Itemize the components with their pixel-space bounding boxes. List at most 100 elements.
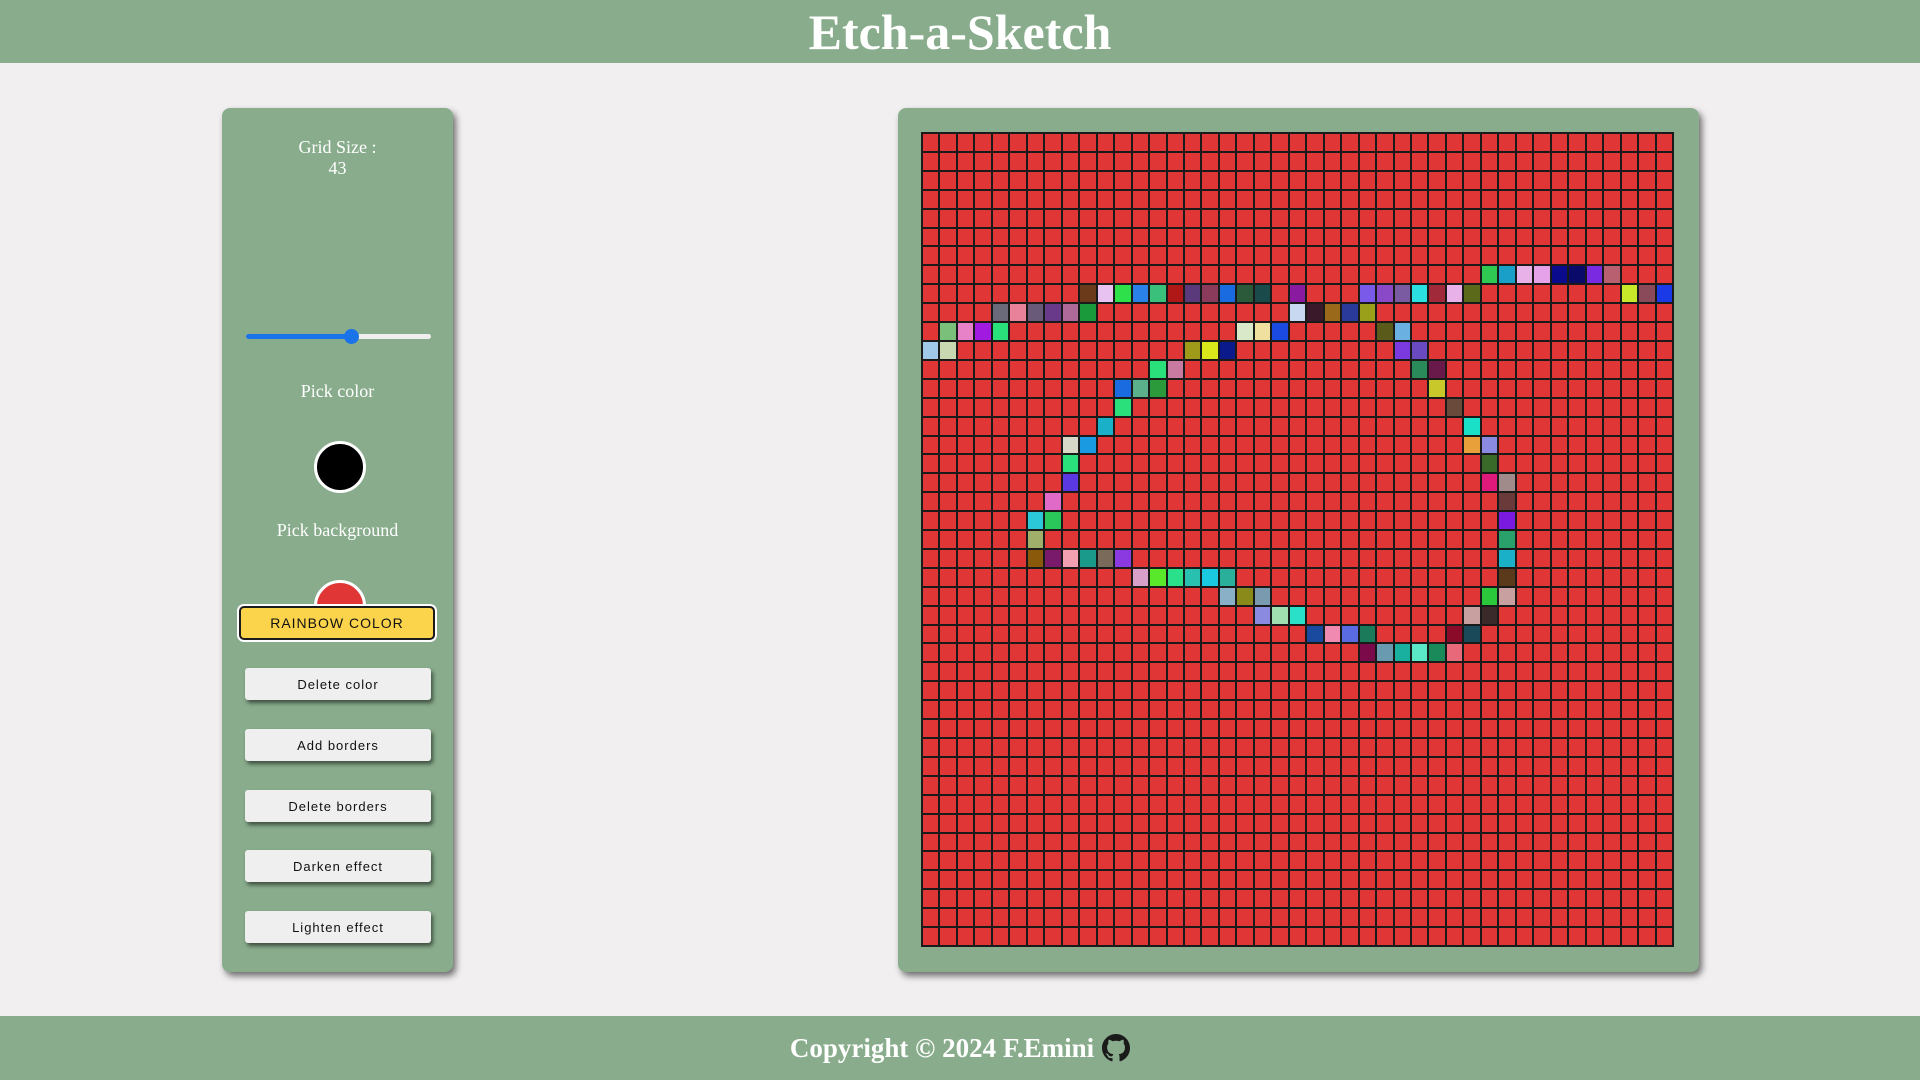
grid-cell[interactable]: [956, 681, 975, 701]
grid-cell[interactable]: [1114, 511, 1132, 531]
grid-cell[interactable]: [1079, 813, 1097, 833]
grid-cell[interactable]: [1620, 775, 1639, 795]
grid-cell[interactable]: [1149, 851, 1167, 871]
grid-cell[interactable]: [974, 851, 992, 871]
grid-cell[interactable]: [1638, 492, 1656, 512]
grid-cell[interactable]: [1253, 303, 1272, 323]
grid-cell[interactable]: [1323, 851, 1342, 871]
grid-cell[interactable]: [1550, 700, 1569, 720]
grid-cell[interactable]: [1096, 473, 1115, 493]
grid-cell[interactable]: [1358, 322, 1377, 341]
grid-cell[interactable]: [1044, 322, 1062, 341]
grid-cell[interactable]: [1515, 151, 1534, 171]
grid-cell[interactable]: [1079, 700, 1097, 720]
grid-cell[interactable]: [1026, 170, 1045, 190]
grid-cell[interactable]: [1306, 624, 1324, 644]
grid-cell[interactable]: [956, 473, 975, 493]
grid-cell[interactable]: [1236, 397, 1254, 417]
grid-cell[interactable]: [1201, 756, 1219, 776]
grid-cell[interactable]: [1393, 435, 1412, 455]
grid-cell[interactable]: [1166, 643, 1184, 663]
grid-cell[interactable]: [1358, 794, 1377, 814]
grid-cell[interactable]: [1341, 435, 1359, 455]
grid-cell[interactable]: [991, 340, 1010, 360]
grid-cell[interactable]: [974, 397, 992, 417]
grid-cell[interactable]: [1079, 681, 1097, 701]
grid-cell[interactable]: [991, 832, 1010, 852]
grid-cell[interactable]: [1288, 416, 1307, 436]
grid-cell[interactable]: [1428, 265, 1446, 285]
grid-cell[interactable]: [1480, 322, 1499, 341]
grid-cell[interactable]: [1253, 511, 1272, 531]
grid-cell[interactable]: [1236, 133, 1254, 152]
grid-cell[interactable]: [1218, 851, 1237, 871]
grid-cell[interactable]: [1603, 416, 1621, 436]
grid-cell[interactable]: [1533, 397, 1551, 417]
grid-cell[interactable]: [1655, 662, 1673, 682]
grid-cell[interactable]: [1026, 208, 1045, 228]
grid-cell[interactable]: [1585, 851, 1604, 871]
grid-cell[interactable]: [1323, 681, 1342, 701]
grid-cell[interactable]: [1288, 284, 1307, 304]
grid-cell[interactable]: [1568, 208, 1586, 228]
grid-cell[interactable]: [1079, 605, 1097, 625]
grid-cell[interactable]: [1026, 794, 1045, 814]
grid-cell[interactable]: [1515, 397, 1534, 417]
grid-cell[interactable]: [1166, 851, 1184, 871]
grid-cell[interactable]: [1463, 700, 1481, 720]
grid-cell[interactable]: [1411, 832, 1429, 852]
grid-cell[interactable]: [956, 662, 975, 682]
grid-cell[interactable]: [991, 454, 1010, 474]
grid-cell[interactable]: [974, 133, 992, 152]
grid-cell[interactable]: [1166, 567, 1184, 587]
grid-cell[interactable]: [1288, 719, 1307, 739]
grid-cell[interactable]: [1131, 605, 1150, 625]
grid-cell[interactable]: [1463, 775, 1481, 795]
grid-cell[interactable]: [1131, 378, 1150, 398]
grid-cell[interactable]: [1515, 246, 1534, 266]
grid-cell[interactable]: [1376, 756, 1394, 776]
grid-cell[interactable]: [1026, 738, 1045, 757]
grid-cell[interactable]: [1393, 681, 1412, 701]
grid-cell[interactable]: [991, 284, 1010, 304]
grid-cell[interactable]: [1323, 492, 1342, 512]
grid-cell[interactable]: [1166, 624, 1184, 644]
grid-cell[interactable]: [1253, 927, 1272, 946]
grid-cell[interactable]: [1201, 133, 1219, 152]
grid-cell[interactable]: [956, 416, 975, 436]
grid-cell[interactable]: [1585, 813, 1604, 833]
grid-cell[interactable]: [1568, 813, 1586, 833]
grid-cell[interactable]: [1096, 151, 1115, 171]
grid-cell[interactable]: [1183, 359, 1202, 379]
grid-cell[interactable]: [1620, 851, 1639, 871]
grid-cell[interactable]: [1218, 662, 1237, 682]
grid-cell[interactable]: [1079, 416, 1097, 436]
grid-cell[interactable]: [1114, 756, 1132, 776]
grid-cell[interactable]: [1358, 378, 1377, 398]
grid-cell[interactable]: [1183, 378, 1202, 398]
grid-cell[interactable]: [1009, 643, 1027, 663]
grid-cell[interactable]: [1376, 133, 1394, 152]
grid-cell[interactable]: [1131, 700, 1150, 720]
grid-cell[interactable]: [1515, 700, 1534, 720]
grid-cell[interactable]: [1550, 908, 1569, 928]
grid-cell[interactable]: [1026, 454, 1045, 474]
grid-cell[interactable]: [1218, 530, 1237, 549]
grid-cell[interactable]: [1253, 700, 1272, 720]
grid-cell[interactable]: [1638, 586, 1656, 606]
grid-cell[interactable]: [1009, 832, 1027, 852]
grid-cell[interactable]: [1568, 492, 1586, 512]
grid-cell[interactable]: [1166, 454, 1184, 474]
grid-cell[interactable]: [1603, 397, 1621, 417]
grid-cell[interactable]: [1603, 927, 1621, 946]
grid-cell[interactable]: [1183, 870, 1202, 890]
grid-cell[interactable]: [1044, 756, 1062, 776]
grid-cell[interactable]: [1253, 775, 1272, 795]
grid-cell[interactable]: [1201, 738, 1219, 757]
grid-cell[interactable]: [1166, 530, 1184, 549]
grid-cell[interactable]: [1218, 927, 1237, 946]
grid-cell[interactable]: [1131, 397, 1150, 417]
grid-cell[interactable]: [1009, 492, 1027, 512]
grid-cell[interactable]: [1201, 492, 1219, 512]
grid-cell[interactable]: [1393, 359, 1412, 379]
